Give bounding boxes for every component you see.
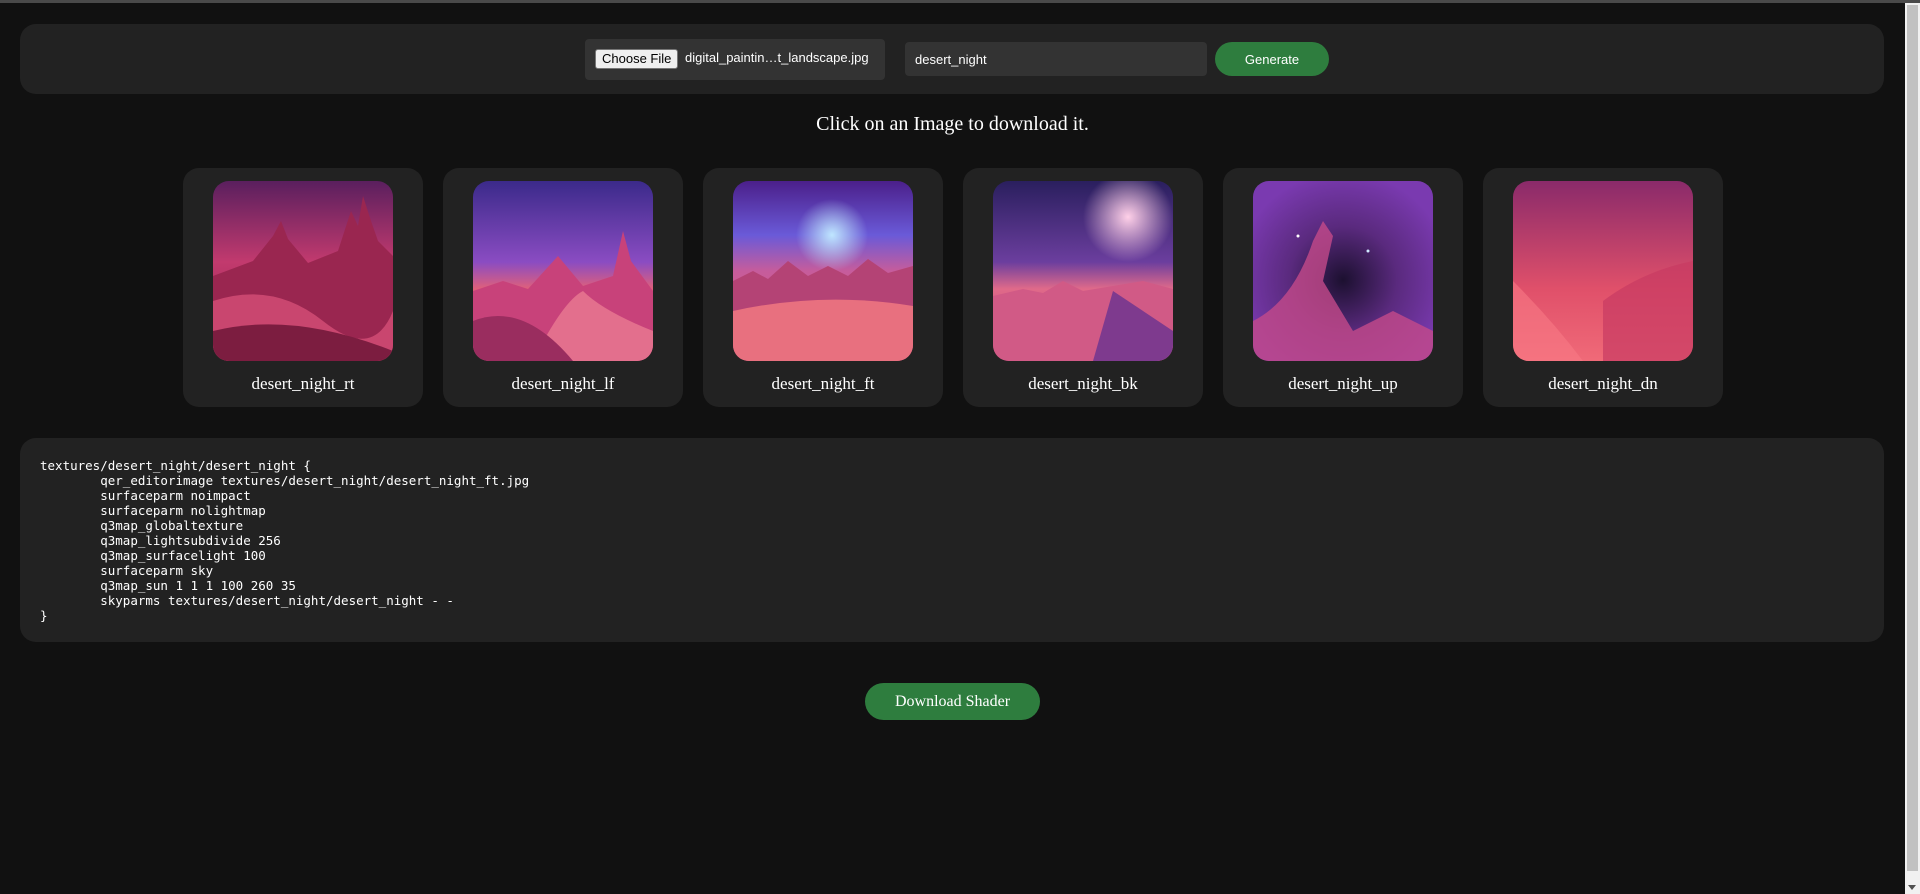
image-card-dn[interactable]: desert_night_dn [1483, 168, 1723, 407]
image-card-lf[interactable]: desert_night_lf [443, 168, 683, 407]
generate-button[interactable]: Generate [1215, 42, 1329, 76]
image-card-up[interactable]: desert_night_up [1223, 168, 1463, 407]
image-label: desert_night_bk [1028, 374, 1138, 393]
desert-ft-image[interactable] [733, 181, 913, 361]
choose-file-button[interactable]: Choose File [595, 49, 679, 69]
selected-file-name: digital_paintin…t_landscape.jpg [685, 50, 869, 65]
desert-dn-image[interactable] [1513, 181, 1693, 361]
instruction-text: Click on an Image to download it. [816, 113, 1089, 135]
image-label: desert_night_ft [771, 374, 875, 393]
desert-rt-image[interactable] [213, 181, 393, 361]
image-card-ft[interactable]: desert_night_ft [703, 168, 943, 407]
vertical-scrollbar[interactable] [1905, 3, 1920, 894]
image-label: desert_night_rt [251, 374, 355, 393]
scrollbar-thumb[interactable] [1907, 5, 1918, 871]
desert-lf-image[interactable] [473, 181, 653, 361]
image-card-bk[interactable]: desert_night_bk [963, 168, 1203, 407]
image-label: desert_night_up [1288, 374, 1398, 393]
upload-toolbar: Choose File digital_paintin…t_landscape.… [20, 24, 1884, 94]
file-picker[interactable]: Choose File digital_paintin…t_landscape.… [585, 39, 885, 80]
image-label: desert_night_lf [511, 374, 615, 393]
image-label: desert_night_dn [1548, 374, 1658, 393]
desert-bk-image[interactable] [993, 181, 1173, 361]
shader-code-text: textures/desert_night/desert_night { qer… [40, 458, 530, 623]
window-top-border [0, 0, 1920, 3]
skybox-name-input[interactable] [905, 42, 1207, 76]
desert-up-image[interactable] [1253, 181, 1433, 361]
image-card-rt[interactable]: desert_night_rt [183, 168, 423, 407]
download-shader-button[interactable]: Download Shader [865, 683, 1040, 720]
shader-code-panel: textures/desert_night/desert_night { qer… [20, 438, 1884, 642]
scroll-down-icon[interactable] [1908, 885, 1916, 890]
